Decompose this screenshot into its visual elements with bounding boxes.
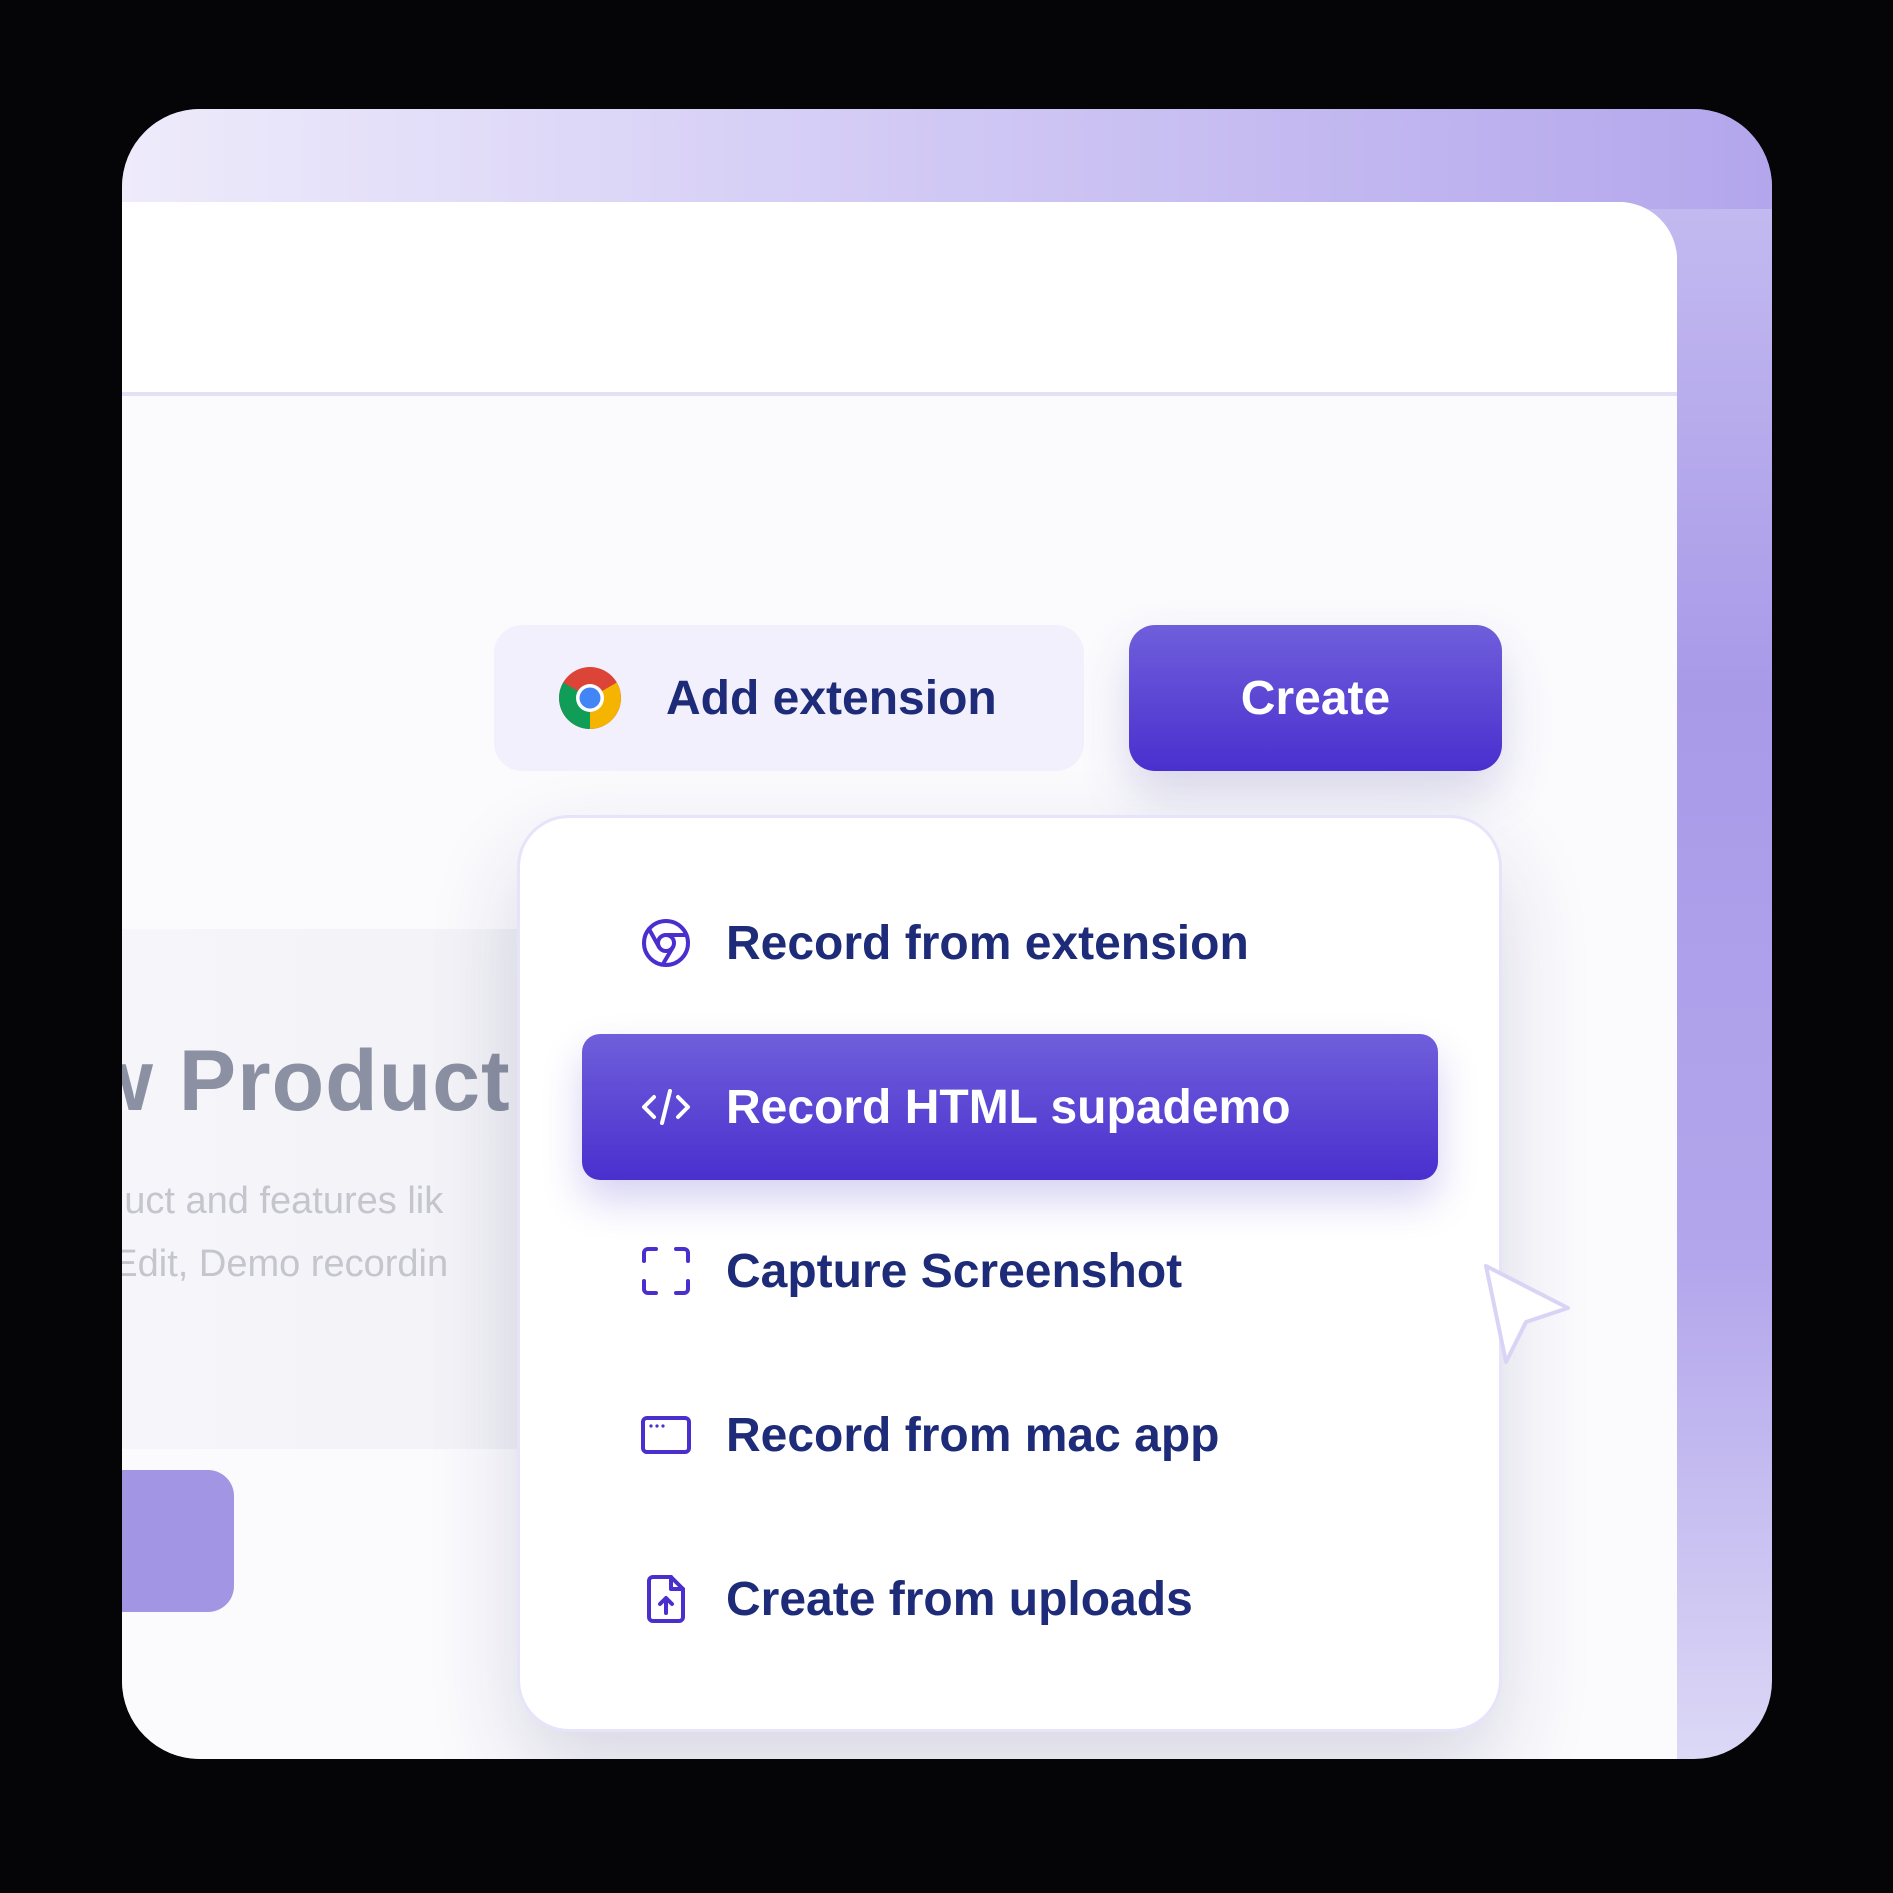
screenshot-frame-icon bbox=[642, 1247, 690, 1295]
mouse-pointer-icon bbox=[1484, 1264, 1570, 1364]
app-frame: w Product oduct and features lik L Edit,… bbox=[122, 109, 1772, 1759]
hero-cta-button[interactable] bbox=[122, 1470, 234, 1612]
create-button-label: Create bbox=[1240, 671, 1391, 725]
file-upload-icon bbox=[647, 1575, 685, 1623]
menu-item-record-from-extension[interactable]: Record from extension bbox=[582, 870, 1438, 1016]
frame-gradient bbox=[122, 109, 1772, 209]
code-icon bbox=[642, 1089, 690, 1125]
menu-item-record-html-supademo[interactable]: Record HTML supademo bbox=[582, 1034, 1438, 1180]
add-extension-label: Add extension bbox=[666, 671, 997, 725]
create-dropdown-menu: Record from extension Record HTML supade… bbox=[517, 815, 1502, 1732]
menu-item-record-from-mac-app[interactable]: Record from mac app bbox=[582, 1362, 1438, 1508]
menu-item-label: Capture Screenshot bbox=[726, 1244, 1183, 1298]
app-window-icon bbox=[641, 1416, 691, 1454]
hero-description-line: L Edit, Demo recordin bbox=[122, 1243, 449, 1285]
menu-item-create-from-uploads[interactable]: Create from uploads bbox=[582, 1526, 1438, 1672]
menu-item-label: Record from extension bbox=[726, 916, 1249, 970]
hero-description-line: oduct and features lik bbox=[122, 1180, 444, 1222]
top-bar bbox=[122, 202, 1677, 396]
menu-item-capture-screenshot[interactable]: Capture Screenshot bbox=[582, 1198, 1438, 1344]
menu-item-label: Create from uploads bbox=[726, 1572, 1193, 1626]
menu-item-label: Record from mac app bbox=[726, 1408, 1220, 1462]
add-extension-button[interactable]: Add extension bbox=[494, 625, 1084, 771]
chrome-outline-icon bbox=[642, 919, 690, 967]
hero-description: oduct and features lik L Edit, Demo reco… bbox=[122, 1170, 448, 1296]
hero-title: w Product bbox=[122, 1033, 511, 1129]
chrome-logo-icon bbox=[559, 667, 621, 729]
app-window: w Product oduct and features lik L Edit,… bbox=[122, 202, 1677, 1759]
menu-item-label: Record HTML supademo bbox=[726, 1080, 1291, 1134]
create-button[interactable]: Create bbox=[1129, 625, 1502, 771]
